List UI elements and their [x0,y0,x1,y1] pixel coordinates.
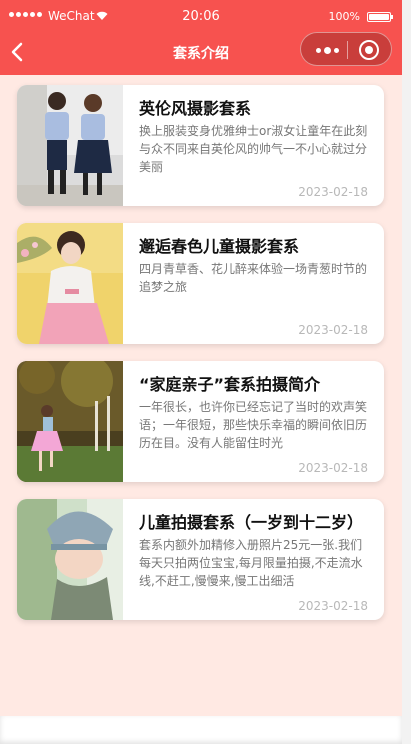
article-card[interactable]: “家庭亲子”套系拍摄简介 一年很长，也许你已经忘记了当时的欢声笑语；一年很短，那… [17,361,384,482]
nav-bar: 套系介绍 [0,28,402,75]
mini-program-capsule [300,32,392,66]
article-title: 儿童拍摄套系（一岁到十二岁） [139,513,364,532]
article-description: 四月青草香、花儿醉来体验一场青葱时节的追梦之旅 [139,262,368,294]
article-list: 英伦风摄影套系 换上服装变身优雅绅士or淑女让童年在此刻与众不同来自英伦风的帅气… [17,85,384,637]
article-thumbnail [17,361,123,482]
article-date: 2023-02-18 [298,185,368,199]
capsule-divider [347,41,348,59]
article-description: 套系内额外加精修入册照片25元一张.我们每天只拍两位宝宝,每月限量拍摄,不走流水… [139,538,363,588]
phone-screen: WeChat 20:06 100% 套系介绍 英伦风摄影套系 换上服装变身优雅绅… [0,0,402,716]
frame-bottom-edge [0,716,402,744]
article-thumbnail [17,499,123,620]
article-thumbnail [17,85,123,206]
article-date: 2023-02-18 [298,323,368,337]
battery-icon [367,12,393,22]
more-icon[interactable] [311,44,343,56]
article-description: 换上服装变身优雅绅士or淑女让童年在此刻与众不同来自英伦风的帅气一不小心就过分美… [139,124,368,174]
article-card[interactable]: 邂逅春色儿童摄影套系 四月青草香、花儿醉来体验一场青葱时节的追梦之旅 2023-… [17,223,384,344]
header: WeChat 20:06 100% 套系介绍 [0,0,402,75]
article-card[interactable]: 英伦风摄影套系 换上服装变身优雅绅士or淑女让童年在此刻与众不同来自英伦风的帅气… [17,85,384,206]
article-card[interactable]: 儿童拍摄套系（一岁到十二岁） 套系内额外加精修入册照片25元一张.我们每天只拍两… [17,499,384,620]
article-thumbnail [17,223,123,344]
article-description: 一年很长，也许你已经忘记了当时的欢声笑语；一年很短，那些快乐幸福的瞬间依旧历历在… [139,400,368,450]
article-title: “家庭亲子”套系拍摄简介 [139,375,321,394]
close-target-icon[interactable] [359,40,379,60]
status-bar: WeChat 20:06 100% [0,0,402,28]
frame-edge [402,0,411,744]
article-date: 2023-02-18 [298,461,368,475]
article-date: 2023-02-18 [298,599,368,613]
battery-percent: 100% [328,10,360,23]
article-title: 邂逅春色儿童摄影套系 [139,237,300,256]
article-title: 英伦风摄影套系 [139,99,252,118]
